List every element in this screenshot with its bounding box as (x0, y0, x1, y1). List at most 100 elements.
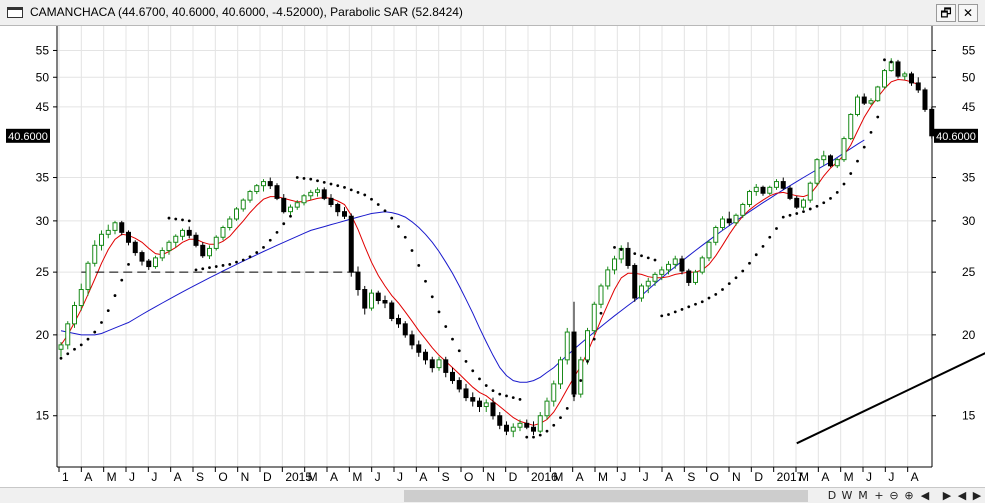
x-tick-label: J (151, 470, 157, 484)
sar-dot (316, 179, 319, 183)
candle-up (72, 305, 77, 325)
sar-dot (579, 379, 583, 382)
sar-dot (329, 182, 333, 186)
sar-dot (835, 190, 839, 194)
scroll-start-button[interactable]: ◀ (955, 488, 969, 504)
candle-up (166, 241, 172, 251)
sar-dot (511, 396, 515, 399)
candle-up (240, 199, 246, 210)
candle-down (571, 331, 577, 395)
candle-up (868, 100, 874, 104)
candle-up (254, 185, 260, 193)
y-tick-label-right: 25 (962, 265, 976, 279)
candle-down (281, 197, 287, 213)
sar-dot (802, 210, 805, 214)
candle-down (362, 289, 368, 309)
sar-dot (478, 377, 481, 381)
candle-down (477, 400, 482, 408)
horizontal-scrollbar[interactable]: D W M + ⊖ ⊕ ◀ ▶ ◀ ▶ (0, 487, 985, 503)
period-daily-button[interactable]: D (826, 488, 838, 504)
sar-dot (100, 321, 103, 324)
x-tick-label: M (844, 470, 854, 484)
candle-up (720, 218, 725, 229)
scroll-end-button[interactable]: ▶ (970, 488, 984, 504)
sar-dot (538, 433, 542, 437)
x-tick-label: J (129, 470, 135, 484)
sar-dot (86, 337, 90, 341)
y-tick-label-left: 15 (36, 409, 50, 423)
sar-dot (309, 177, 313, 181)
x-tick-label: A (174, 470, 182, 484)
candle-up (699, 257, 705, 273)
sar-dot (289, 214, 292, 218)
price-chart[interactable]: 15 1520 2025 2530 3035 3545 4550 5055 55 1AMJJAS… (0, 26, 985, 487)
sar-dot (660, 314, 664, 318)
candle-down (726, 218, 732, 224)
candle-up (315, 189, 320, 193)
last-price-label-right: 40.6000 (934, 128, 978, 143)
sar-dot (619, 248, 623, 251)
sar-dot (849, 172, 853, 175)
sar-dot (302, 176, 306, 180)
sar-dot (174, 217, 178, 221)
scroll-thumb[interactable] (404, 490, 808, 502)
sar-dot (410, 249, 414, 252)
sar-dot (248, 255, 252, 259)
candle-down (416, 344, 422, 353)
candle-down (490, 402, 496, 417)
title-bar[interactable]: CAMANCHACA (44.6700, 40.6000, 40.6000, -… (0, 0, 985, 26)
sar-dot (457, 349, 461, 353)
sar-dot (187, 219, 191, 223)
candle-down (375, 292, 381, 302)
candle-down (200, 244, 206, 257)
sar-dot (383, 209, 387, 213)
sar-dot (127, 262, 130, 266)
candle-up (855, 96, 860, 115)
sar-dot (505, 394, 508, 398)
candle-up (645, 280, 651, 287)
sar-dot (518, 397, 522, 401)
sar-dot (714, 292, 718, 296)
zoom-reset-button[interactable]: ⊕ (902, 488, 916, 504)
x-tick-label: A (576, 470, 584, 484)
y-tick-label-right: 35 (962, 171, 976, 185)
y-tick-label-left: 35 (36, 171, 50, 185)
x-tick-label: O (464, 470, 473, 484)
scroll-left-button[interactable]: ◀ (918, 488, 932, 504)
candle-up (605, 269, 611, 287)
candle-down (760, 186, 766, 194)
period-monthly-button[interactable]: M (856, 488, 870, 504)
sar-dot (592, 337, 596, 341)
zoom-out-button[interactable]: ⊖ (887, 488, 901, 504)
x-tick-label: D (509, 470, 518, 484)
sar-dot (282, 222, 286, 226)
sar-dot (181, 218, 184, 222)
candle-down (119, 222, 125, 233)
candle-down (267, 181, 273, 187)
sar-dot (268, 238, 272, 242)
sar-dot (417, 264, 421, 267)
candle-down (396, 317, 401, 325)
candle-down (497, 415, 503, 426)
sar-dot (862, 145, 866, 149)
sar-dot (93, 330, 97, 334)
restore-button[interactable]: 🗗 (936, 4, 956, 22)
candle-down (443, 359, 449, 373)
sar-dot (768, 235, 772, 239)
candle-up (105, 229, 111, 235)
zoom-in-button[interactable]: + (872, 488, 886, 504)
sar-dot (464, 359, 468, 363)
candle-down (915, 82, 921, 91)
close-button[interactable]: ✕ (958, 4, 978, 22)
y-tick-label-left: 20 (36, 328, 50, 342)
sar-dot (363, 193, 367, 197)
candle-up (841, 138, 847, 161)
sar-dot (343, 185, 346, 189)
candle-down (828, 155, 833, 167)
period-weekly-button[interactable]: W (840, 488, 854, 504)
scroll-right-button[interactable]: ▶ (940, 488, 954, 504)
candle-up (578, 359, 584, 395)
candle-down (686, 270, 692, 283)
candle-up (227, 218, 233, 229)
sar-dot (295, 176, 299, 179)
